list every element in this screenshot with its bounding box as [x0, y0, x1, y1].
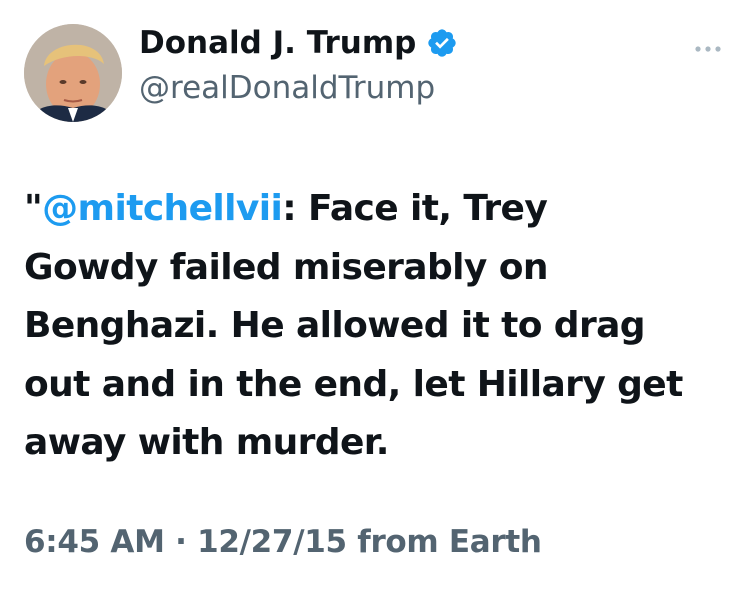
tweet-line: Gowdy failed miserably on	[24, 246, 548, 288]
tweet-line: away with murder.	[24, 422, 389, 463]
avatar-image	[24, 24, 122, 122]
tweet-line-text: : Face it, Trey	[282, 188, 548, 229]
name-row: Donald J. Trump	[139, 20, 458, 66]
quote-mark: "	[24, 188, 43, 229]
tweet-line: "@mitchellvii: Face it, Trey	[24, 180, 724, 239]
tweet-line: Benghazi. He allowed it to drag	[24, 305, 646, 346]
display-name[interactable]: Donald J. Trump	[139, 25, 416, 61]
tweet-card: Donald J. Trump @realDonaldTrump "@mitch…	[0, 0, 750, 592]
more-options-icon[interactable]	[694, 38, 722, 52]
user-handle[interactable]: @realDonaldTrump	[139, 70, 435, 106]
tweet-timestamp[interactable]: 6:45 AM · 12/27/15 from Earth	[24, 524, 542, 560]
avatar[interactable]	[24, 24, 122, 122]
tweet-line: out and in the end, let Hillary get	[24, 363, 683, 405]
verified-badge-icon[interactable]	[426, 27, 458, 59]
mention-link[interactable]: @mitchellvii	[42, 188, 283, 229]
tweet-text: "@mitchellvii: Face it, Trey Gowdy faile…	[24, 180, 724, 473]
